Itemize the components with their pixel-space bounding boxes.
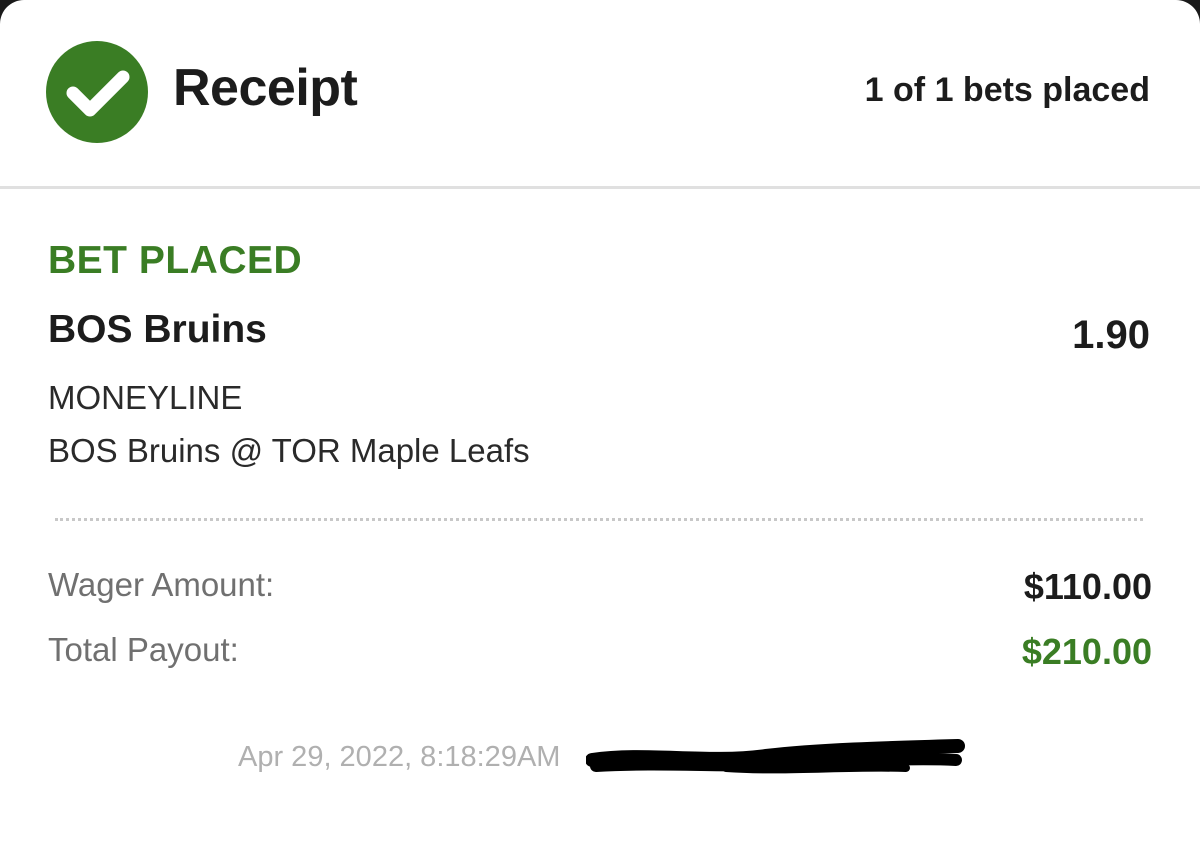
page-title: Receipt bbox=[173, 59, 358, 117]
receipt-sheet: Receipt 1 of 1 bets placed BET PLACED BO… bbox=[0, 0, 1200, 867]
bet-status-label: BET PLACED bbox=[48, 239, 303, 282]
bet-event-name: BOS Bruins @ TOR Maple Leafs bbox=[48, 432, 530, 469]
bets-placed-count: 1 of 1 bets placed bbox=[864, 71, 1150, 109]
redaction-mark bbox=[586, 739, 965, 774]
total-payout-label: Total Payout: bbox=[48, 631, 239, 668]
checkmark-circle-icon bbox=[46, 41, 148, 143]
receipt-header: Receipt 1 of 1 bets placed bbox=[0, 0, 1200, 189]
wager-amount-label: Wager Amount: bbox=[48, 566, 275, 603]
bet-odds: 1.90 bbox=[1072, 313, 1150, 357]
wager-amount-value: $110.00 bbox=[1023, 566, 1152, 607]
section-divider bbox=[55, 518, 1143, 521]
bet-market-type: MONEYLINE bbox=[48, 379, 243, 416]
bet-selection: BOS Bruins bbox=[48, 308, 267, 351]
bet-timestamp: Apr 29, 2022, 8:18:29AM bbox=[238, 741, 561, 773]
total-payout-value: $210.00 bbox=[1021, 631, 1152, 672]
